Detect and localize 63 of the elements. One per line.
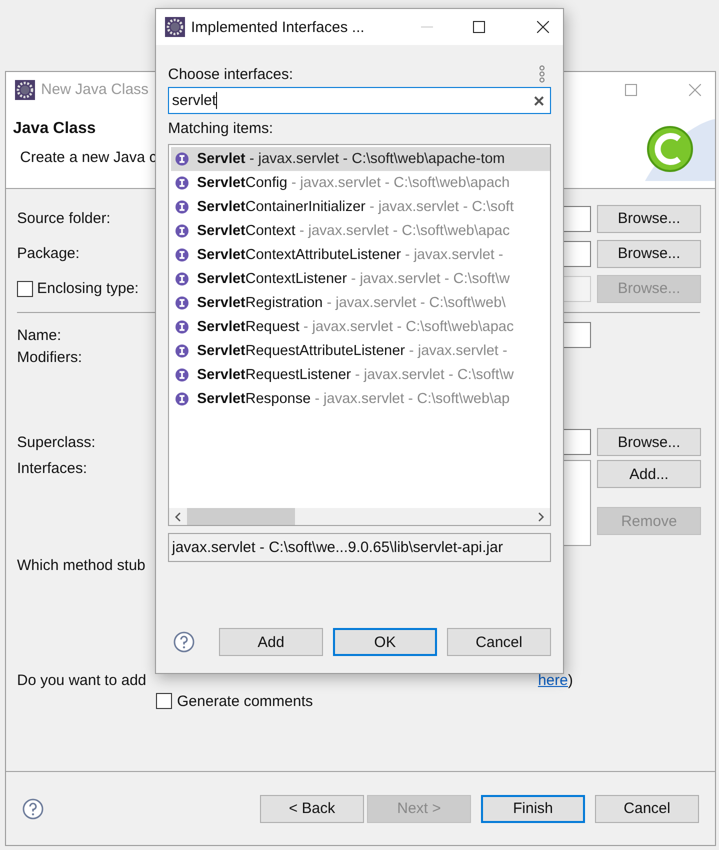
field-label: Name: xyxy=(17,326,62,344)
gear-icon xyxy=(165,17,185,37)
help-icon[interactable] xyxy=(22,798,44,820)
help-icon[interactable] xyxy=(173,631,195,653)
clear-icon[interactable] xyxy=(534,96,544,106)
page-title: Java Class xyxy=(13,120,97,138)
field-label: Superclass: xyxy=(17,434,96,450)
interface-icon xyxy=(175,296,189,310)
interface-icon xyxy=(175,392,189,406)
list-item[interactable]: ServletContextAttributeListener - javax.servlet - xyxy=(171,243,550,267)
horizontal-scrollbar[interactable] xyxy=(169,508,550,525)
list-item[interactable]: ServletResponse - javax.servlet - C:\soft\web\ap xyxy=(171,387,550,411)
search-field[interactable]: servlet xyxy=(168,87,551,114)
browse-button[interactable]: Browse... xyxy=(597,428,701,456)
list-item[interactable]: Servlet - javax.servlet - C:\soft\web\apache-tom xyxy=(171,147,550,171)
checkbox[interactable] xyxy=(156,693,172,709)
scroll-right-icon[interactable] xyxy=(537,512,545,522)
list-item[interactable]: ServletRegistration - javax.servlet - C:\soft\web\ xyxy=(171,291,550,315)
back-button[interactable]: < Back xyxy=(260,794,364,822)
list-item[interactable]: ServletRequestAttributeListener - javax.servlet - xyxy=(171,339,550,363)
scroll-left-icon[interactable] xyxy=(174,512,182,522)
field-label: Which method stub xyxy=(17,556,146,574)
add-button[interactable]: Add xyxy=(219,628,323,656)
list-item[interactable]: ServletContainerInitializer - javax.servlet - C:\soft xyxy=(171,195,550,219)
list-item[interactable]: ServletRequest - javax.servlet - C:\soft\web\apac xyxy=(171,315,550,339)
interface-icon xyxy=(175,248,189,262)
closing-paren: ) xyxy=(568,672,573,688)
interface-icon xyxy=(175,344,189,358)
add-button[interactable]: Add... xyxy=(597,460,701,488)
ok-button[interactable]: OK xyxy=(333,628,437,656)
gear-icon xyxy=(15,80,35,100)
browse-button[interactable]: Browse... xyxy=(597,240,701,268)
list-item[interactable]: ServletConfig - javax.servlet - C:\soft\web\apach xyxy=(171,171,550,195)
interface-icon xyxy=(175,272,189,286)
interface-icon xyxy=(175,368,189,382)
field-label: Source folder: xyxy=(17,210,112,227)
field-label: Modifiers: xyxy=(17,349,84,366)
interface-icon xyxy=(175,320,189,334)
here-link[interactable]: here xyxy=(538,672,568,688)
menu-icon[interactable] xyxy=(539,65,545,83)
interface-icon xyxy=(175,176,189,190)
field-label: Enclosing type: xyxy=(37,280,139,297)
cancel-button[interactable]: Cancel xyxy=(447,628,551,656)
list-item[interactable]: ServletContextListener - javax.servlet - C:\soft\w xyxy=(171,267,550,291)
browse-button[interactable]: Browse... xyxy=(597,204,701,232)
dialog-title: Implemented Interfaces ... xyxy=(191,18,364,36)
interface-icon xyxy=(175,224,189,238)
cancel-button[interactable]: Cancel xyxy=(595,794,699,822)
finish-button[interactable]: Finish xyxy=(481,794,585,822)
status-field: javax.servlet - C:\soft\we...9.0.65\lib\servlet-api.jar xyxy=(168,533,551,562)
list-item[interactable]: ServletRequestListener - javax.servlet - C:\soft\w xyxy=(171,363,550,387)
comments-question: Do you want to add xyxy=(17,672,146,688)
checkbox-label: Generate comments xyxy=(177,692,313,710)
field-label: Interfaces: xyxy=(17,460,88,477)
list-label: Matching items: xyxy=(168,120,274,139)
interface-icon xyxy=(175,200,189,214)
field-label: Package: xyxy=(17,245,81,262)
list-item[interactable]: ServletContext - javax.servlet - C:\soft\web\apac xyxy=(171,219,550,243)
window-title: New Java Class xyxy=(41,81,149,98)
interface-icon xyxy=(175,152,189,166)
search-label: Choose interfaces: xyxy=(168,66,294,82)
maximize-icon[interactable] xyxy=(473,21,485,33)
close-icon[interactable] xyxy=(537,21,549,33)
